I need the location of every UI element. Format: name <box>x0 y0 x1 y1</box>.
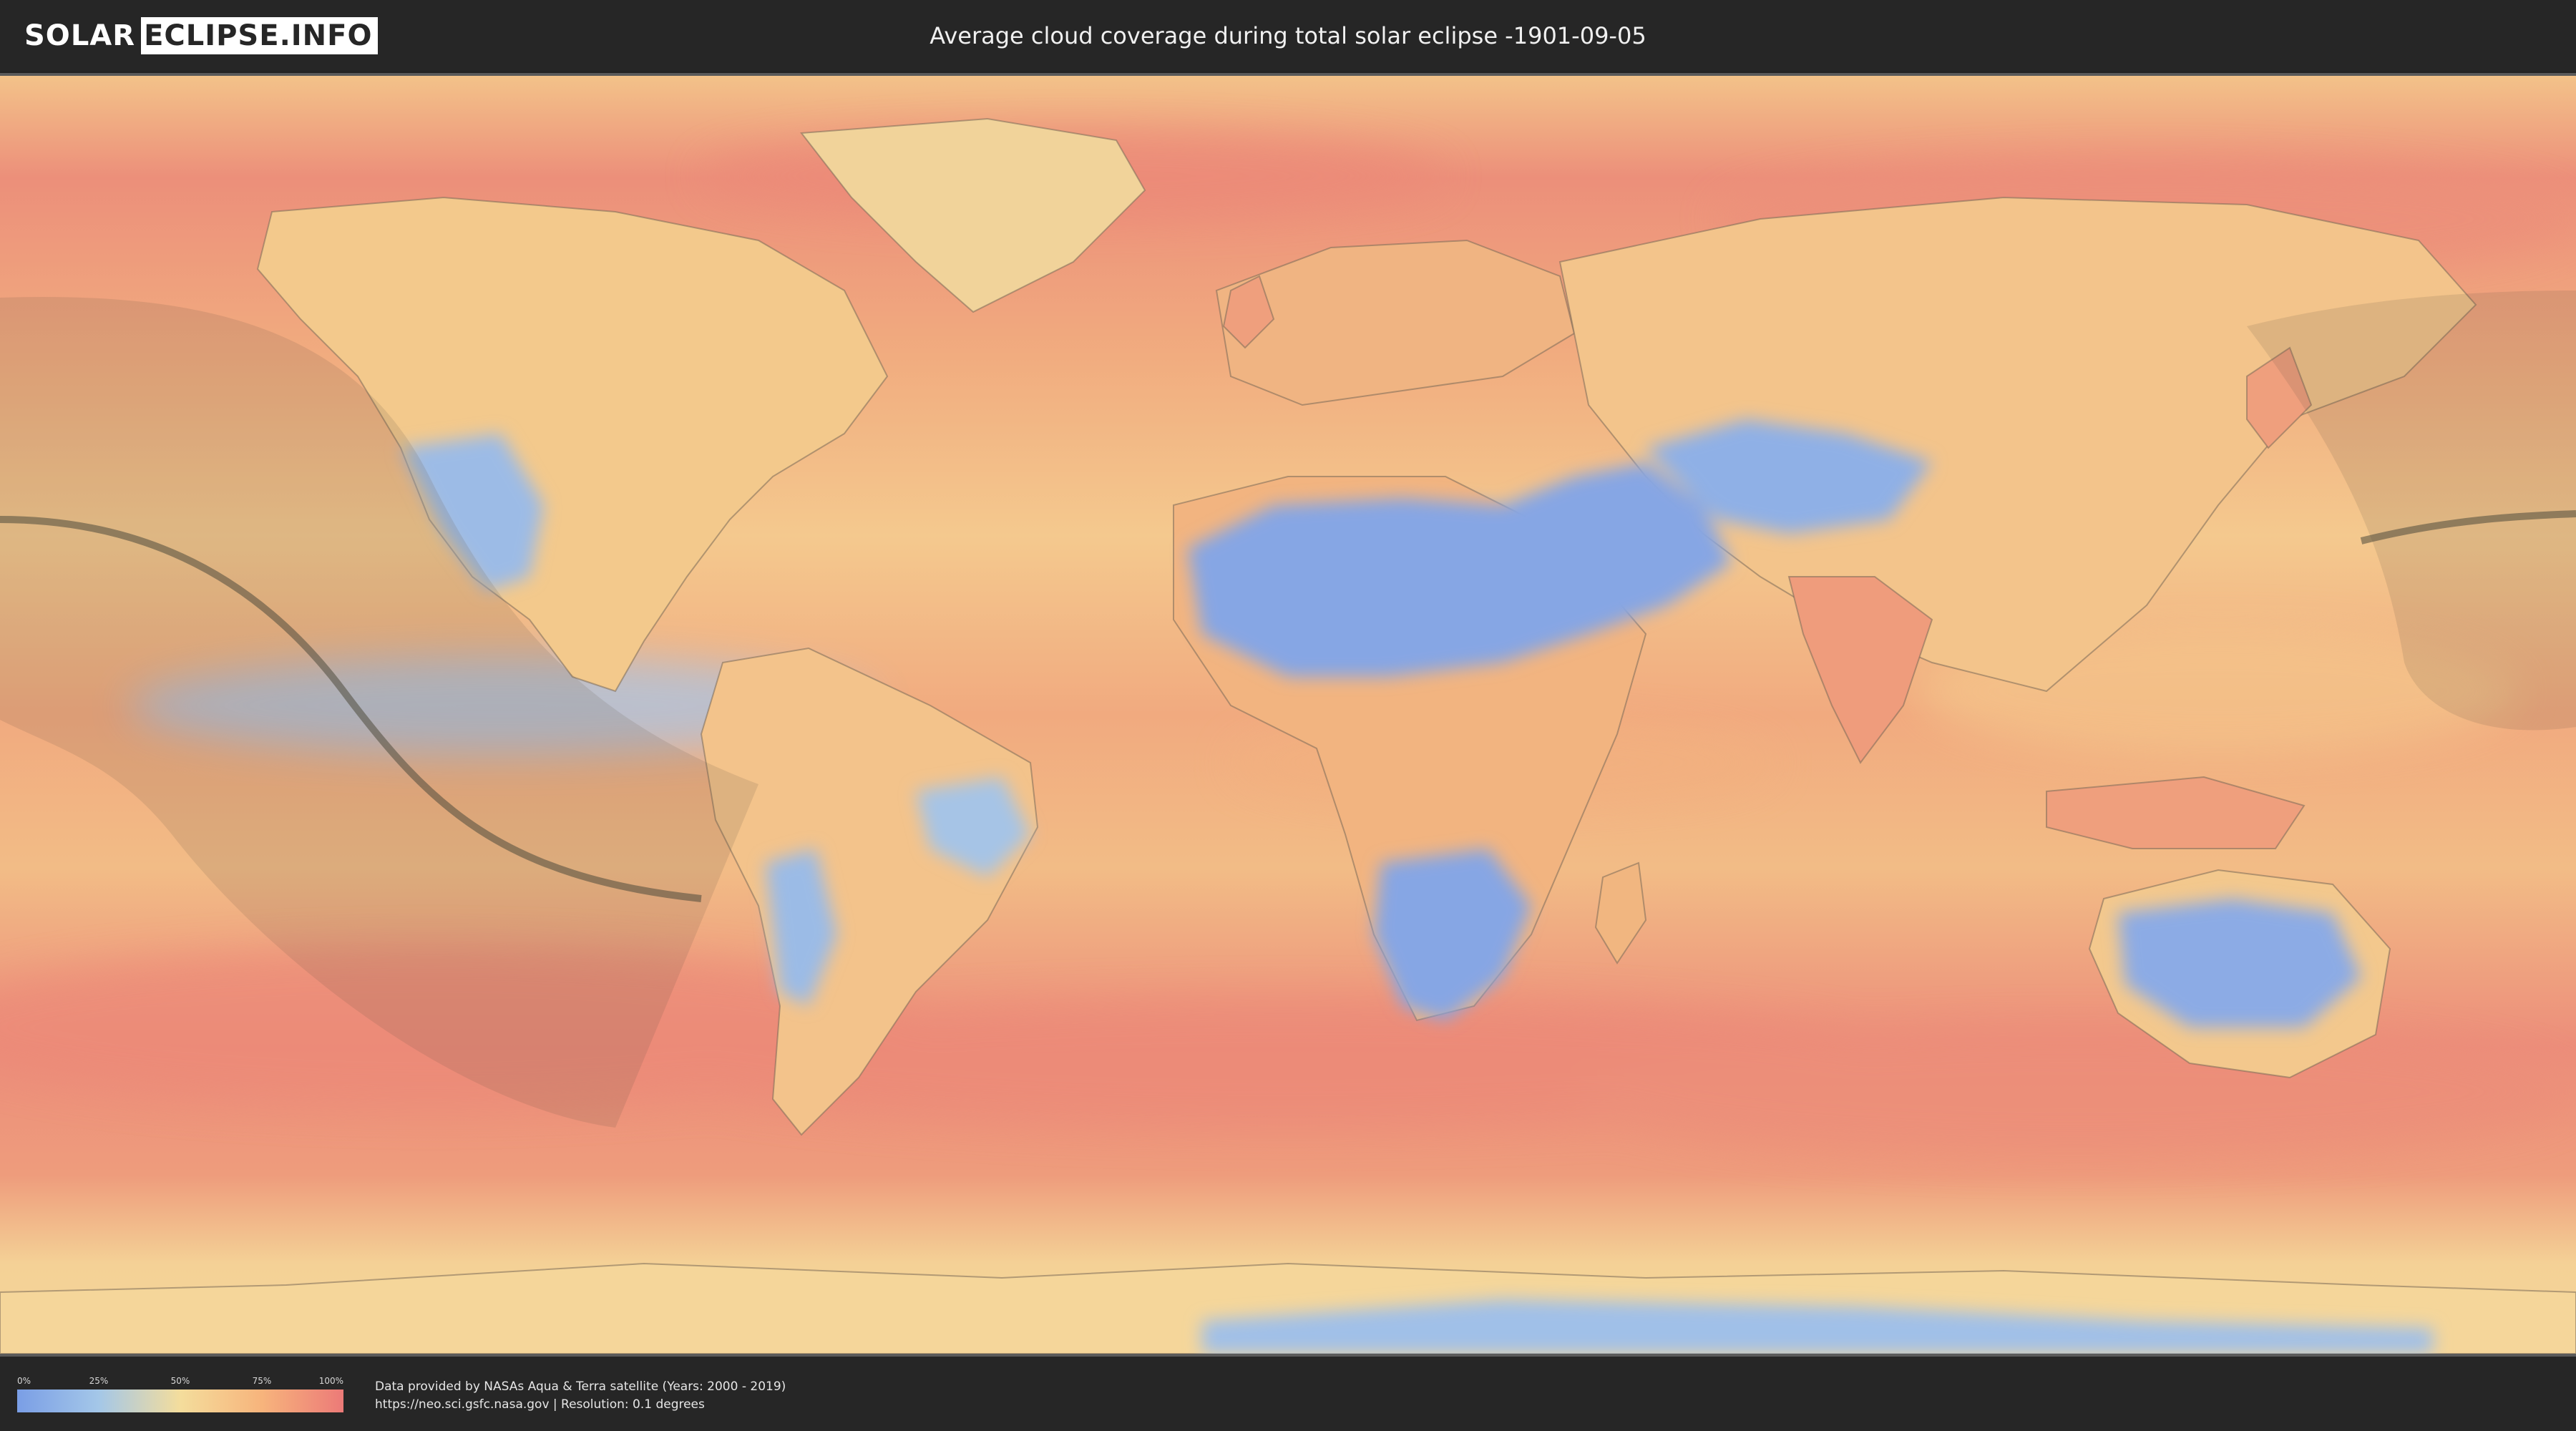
legend-tick-75: 75% <box>252 1376 272 1386</box>
page-title: Average cloud coverage during total sola… <box>930 22 1646 49</box>
legend-color-bar <box>17 1390 343 1412</box>
legend-tick-0: 0% <box>17 1376 31 1386</box>
legend-ticks: 0% 25% 50% 75% 100% <box>17 1375 343 1387</box>
legend-tick-50: 50% <box>170 1376 190 1386</box>
credits-line-source: Data provided by NASAs Aqua & Terra sate… <box>375 1379 786 1394</box>
cloud-coverage-legend: 0% 25% 50% 75% 100% <box>17 1375 343 1412</box>
header-bar: SOLAR ECLIPSE.INFO Average cloud coverag… <box>0 0 2576 72</box>
legend-tick-100: 100% <box>318 1376 343 1386</box>
map-frame <box>0 73 2576 1357</box>
legend-tick-25: 25% <box>89 1376 109 1386</box>
cloud-coverage-map <box>0 76 2576 1354</box>
footer-bar: 0% 25% 50% 75% 100% Data provided by NAS… <box>0 1357 2576 1431</box>
data-credits: Data provided by NASAs Aqua & Terra sate… <box>375 1378 786 1414</box>
credits-line-url[interactable]: https://neo.sci.gsfc.nasa.gov | Resoluti… <box>375 1396 786 1414</box>
